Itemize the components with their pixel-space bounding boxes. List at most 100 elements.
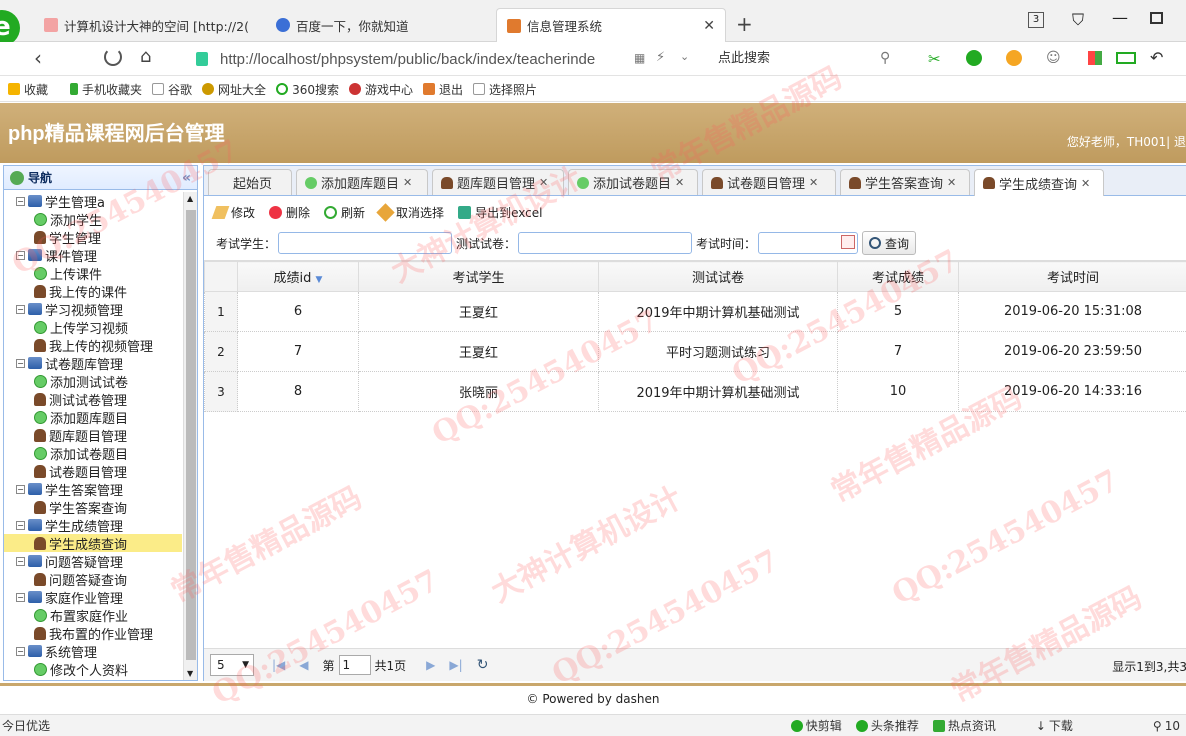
delete-button[interactable]: 删除 — [269, 204, 310, 221]
status-left-text[interactable]: 今日优选 — [2, 717, 50, 734]
nav-group[interactable]: − 学习视频管理 — [4, 300, 182, 319]
qr-icon[interactable]: ▦ — [634, 51, 645, 65]
status-item-news[interactable]: 头条推荐 — [855, 717, 919, 734]
bookmark-photo[interactable]: 选择照片 — [473, 81, 537, 98]
nav-item[interactable]: 学生答案查询 — [4, 498, 182, 517]
status-item-download[interactable]: ↓ 下载 — [1036, 717, 1073, 734]
reload-icon[interactable]: ↻ — [477, 657, 489, 673]
time-filter-input[interactable] — [758, 232, 859, 254]
bookmark-sites[interactable]: 网址大全 — [202, 81, 266, 98]
new-tab-button[interactable]: + — [736, 12, 753, 36]
nav-item[interactable]: 我上传的视频管理 — [4, 336, 182, 355]
tab-count-badge[interactable]: 3 — [1028, 12, 1044, 28]
search-input[interactable]: 点此搜索 — [708, 46, 898, 72]
bookmark-games[interactable]: 游戏中心 — [348, 81, 413, 98]
shield-icon[interactable] — [1006, 50, 1022, 66]
panel-tab[interactable]: 添加试卷题目 ✕ — [568, 169, 698, 195]
maximize-icon[interactable] — [1150, 12, 1163, 24]
nav-item[interactable]: 添加题库题目 — [4, 408, 182, 427]
edit-button[interactable]: 修改 — [211, 204, 255, 221]
browser-tab-2[interactable]: 百度一下，你就知道 — [266, 8, 492, 42]
zoom-control[interactable]: ⚲ 10 — [1153, 719, 1180, 733]
nav-item[interactable]: 问题答疑查询 — [4, 570, 182, 589]
chevron-down-icon[interactable]: ⌄ — [680, 50, 689, 63]
nav-group[interactable]: − 系统管理 — [4, 642, 182, 661]
table-row[interactable]: 3 8 张晓丽 2019年中期计算机基础测试 10 2019-06-20 14:33:16 — [204, 371, 1186, 412]
panel-tab[interactable]: 起始页 — [208, 169, 292, 195]
nav-item[interactable]: 布置家庭作业 — [4, 606, 182, 625]
home-icon[interactable]: ⌂ — [140, 46, 151, 67]
nav-item[interactable]: 我上传的课件 — [4, 282, 182, 301]
collapse-toggle-icon[interactable]: − — [16, 646, 25, 656]
next-page-icon[interactable]: ▶ — [426, 658, 435, 672]
page-number-input[interactable]: 1 — [338, 655, 371, 675]
back-icon[interactable]: ‹ — [34, 46, 42, 70]
nav-group[interactable]: − 问题答疑管理 — [4, 552, 182, 571]
close-tab-icon[interactable]: ✕ — [675, 176, 684, 189]
undo-icon[interactable]: ↶ — [1150, 48, 1163, 67]
nav-item[interactable]: 题库题目管理 — [4, 426, 182, 445]
nav-item[interactable]: 学生成绩查询 — [4, 534, 182, 553]
bookmark-mobile[interactable]: 手机收藏夹 — [70, 81, 142, 98]
close-tab-icon[interactable]: ✕ — [539, 176, 548, 189]
welcome-text[interactable]: 您好老师，TH001| 退 — [1067, 133, 1186, 150]
nav-item[interactable]: 上传学习视频 — [4, 318, 182, 337]
nav-item[interactable]: 我布置的作业管理 — [4, 624, 182, 643]
close-tab-icon[interactable]: ✕ — [809, 176, 818, 189]
nav-item[interactable]: 修改个人资料 — [4, 660, 182, 679]
table-row[interactable]: 2 7 王夏红 平时习题测试练习 7 2019-06-20 23:59:50 — [204, 331, 1186, 372]
table-row[interactable]: 1 6 王夏红 2019年中期计算机基础测试 5 2019-06-20 15:31:08 — [204, 291, 1186, 332]
bookmark-favorites[interactable]: 收藏 — [8, 81, 48, 98]
col-header-score[interactable]: 考试成绩 — [837, 261, 959, 292]
nav-item[interactable]: 添加试卷题目 — [4, 444, 182, 463]
nav-group[interactable]: − 试卷题库管理 — [4, 354, 182, 373]
collapse-toggle-icon[interactable]: − — [16, 196, 25, 206]
collapse-toggle-icon[interactable]: − — [16, 556, 25, 566]
nav-item[interactable]: 上传课件 — [4, 264, 182, 283]
nav-group[interactable]: − 家庭作业管理 — [4, 588, 182, 607]
shirt-icon[interactable]: ⛉ — [1072, 10, 1084, 30]
first-page-icon[interactable]: |◀ — [272, 658, 285, 672]
refresh-button[interactable]: 刷新 — [324, 204, 365, 221]
panel-tab[interactable]: 学生答案查询 ✕ — [840, 169, 970, 195]
scroll-down-icon[interactable]: ▼ — [187, 669, 193, 678]
nav-group[interactable]: − 学生管理a — [4, 192, 182, 211]
close-tab-icon[interactable]: ✕ — [403, 176, 412, 189]
panel-tab[interactable]: 添加题库题目 ✕ — [296, 169, 428, 195]
nav-item[interactable]: 学生管理 — [4, 228, 182, 247]
deselect-button[interactable]: 取消选择 — [376, 202, 444, 222]
close-tab-icon[interactable]: ✕ — [703, 18, 715, 34]
nav-item[interactable]: 测试试卷管理 — [4, 390, 182, 409]
browser-tab-1[interactable]: 计算机设计大神的空间 [http://2( — [34, 8, 264, 42]
scroll-up-icon[interactable]: ▲ — [187, 194, 193, 203]
collapse-toggle-icon[interactable]: − — [16, 250, 25, 260]
apps-icon[interactable] — [1088, 51, 1102, 65]
col-header-student[interactable]: 考试学生 — [358, 261, 599, 292]
url-field[interactable]: http://localhost/phpsystem/public/back/i… — [196, 46, 696, 72]
calendar-icon[interactable] — [841, 235, 856, 249]
close-tab-icon[interactable]: ✕ — [1081, 177, 1090, 190]
collapse-toggle-icon[interactable]: − — [16, 484, 25, 494]
nav-scrollbar[interactable]: ▲ ▼ — [183, 192, 197, 680]
mask-icon[interactable]: ☺ — [1046, 50, 1061, 66]
scissors-icon[interactable]: ✂ — [928, 50, 941, 68]
scroll-thumb[interactable] — [186, 210, 196, 660]
translate-icon[interactable] — [966, 50, 982, 66]
search-icon[interactable]: ⚲ — [880, 50, 890, 66]
nav-group[interactable]: − 课件管理 — [4, 246, 182, 265]
query-button[interactable]: 查询 — [862, 231, 917, 255]
battery-icon[interactable] — [1116, 52, 1136, 64]
nav-item[interactable]: 试卷题目管理 — [4, 462, 182, 481]
panel-tab[interactable]: 试卷题目管理 ✕ — [702, 169, 836, 195]
student-filter-input[interactable] — [278, 232, 453, 254]
bookmark-360[interactable]: 360搜索 — [276, 81, 339, 98]
col-header-paper[interactable]: 测试试卷 — [598, 261, 838, 292]
status-item-hot[interactable]: 热点资讯 — [932, 717, 996, 734]
col-header-time[interactable]: 考试时间 — [958, 261, 1186, 292]
prev-page-icon[interactable]: ◀ — [299, 658, 308, 672]
page-size-select[interactable]: 5 ▼ — [210, 654, 254, 676]
panel-tab[interactable]: 学生成绩查询 ✕ — [974, 169, 1104, 196]
export-button[interactable]: 导出到excel — [458, 204, 542, 221]
nav-item[interactable]: 添加测试试卷 — [4, 372, 182, 391]
minimize-icon[interactable]: — — [1112, 8, 1128, 27]
